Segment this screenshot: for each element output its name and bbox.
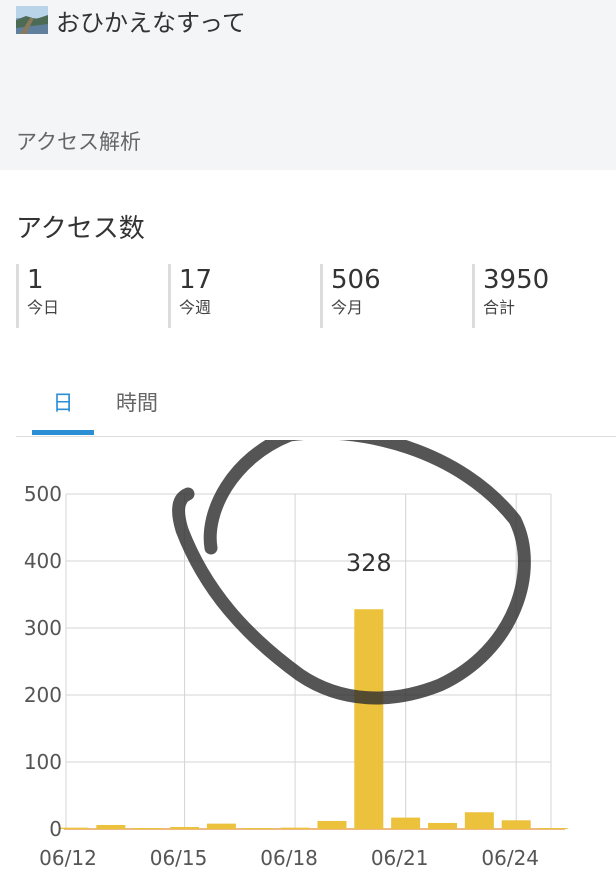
data-label: 328 — [346, 549, 392, 577]
stat-this-month: 506 今月 — [320, 264, 381, 328]
y-tick-label: 0 — [49, 817, 62, 841]
access-bar-chart: 0 100 200 300 400 500 06/12 06/15 06/18 06/21 06/2… — [24, 440, 568, 870]
bar-06/25[interactable] — [538, 828, 568, 829]
stat-label: 合計 — [483, 298, 516, 317]
stat-value: 3950 — [483, 265, 550, 295]
stat-value: 17 — [179, 265, 213, 295]
stat-this-week: 17 今週 — [168, 264, 212, 328]
section-label: アクセス解析 — [16, 130, 141, 154]
stat-value: 1 — [27, 265, 44, 295]
tab-hour[interactable]: 時間 — [106, 380, 168, 432]
site-thumbnail-icon — [16, 6, 48, 34]
active-tab-indicator — [32, 430, 94, 435]
stat-today: 1 今日 — [16, 264, 59, 328]
bar-06/16[interactable] — [206, 823, 236, 829]
tab-day[interactable]: 日 — [32, 380, 94, 435]
y-tick-label: 300 — [24, 616, 62, 640]
x-tick-label: 06/24 — [481, 846, 539, 870]
bar-06/12[interactable] — [59, 827, 89, 829]
bar-06/17[interactable] — [243, 828, 273, 829]
bar-06/23[interactable] — [464, 812, 494, 829]
top-panel: おひかえなすって アクセス解析 — [0, 0, 616, 170]
stat-total: 3950 合計 — [472, 264, 549, 328]
stats-row: 1 今日 17 今週 506 今月 3950 合計 — [16, 264, 616, 330]
site-header[interactable]: おひかえなすって — [16, 2, 246, 38]
chart-grid — [64, 493, 565, 830]
y-tick-label: 500 — [24, 482, 62, 506]
stat-label: 今週 — [179, 298, 212, 317]
stat-label: 今月 — [331, 298, 364, 317]
access-count-title: アクセス数 — [16, 214, 145, 244]
site-title[interactable]: おひかえなすって — [56, 3, 246, 38]
bar-06/22[interactable] — [428, 822, 457, 829]
bar-06/18[interactable] — [280, 827, 310, 829]
period-tabs: 日 時間 — [16, 380, 616, 437]
x-tick-label: 06/18 — [260, 846, 318, 870]
tab-day-label: 日 — [52, 391, 74, 415]
stat-value: 506 — [331, 265, 381, 295]
tab-hour-label: 時間 — [116, 391, 158, 415]
bar-06/19[interactable] — [317, 820, 347, 829]
stat-label: 今日 — [27, 298, 60, 317]
x-tick-label: 06/21 — [371, 846, 429, 870]
x-tick-label: 06/15 — [150, 846, 208, 870]
bar-06/15[interactable] — [170, 826, 200, 829]
x-tick-label: 06/12 — [39, 846, 97, 870]
y-tick-label: 200 — [24, 683, 62, 707]
bar-06/14[interactable] — [133, 828, 163, 829]
y-tick-label: 100 — [24, 750, 62, 774]
bar-06/21[interactable] — [391, 817, 421, 829]
y-tick-label: 400 — [24, 549, 62, 573]
bar-06/20[interactable] — [354, 609, 384, 829]
bar-06/24[interactable] — [501, 820, 531, 829]
bar-06/13[interactable] — [96, 824, 126, 829]
